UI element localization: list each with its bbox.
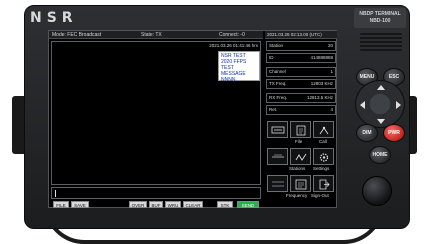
arrow-right-icon[interactable] [396,101,401,109]
arrow-left-icon[interactable] [360,101,365,109]
stations-icon-button[interactable] [290,148,311,165]
row-value: 12803 KHz [310,81,333,86]
message-bubble: NSR TEST 2020 FFPS TEST MESSAGE NNNN [218,51,260,83]
row-value: 4 [330,107,333,112]
frequency-icon [295,179,306,190]
model-plate: NBDP TERMINAL NBD-100 [354,8,406,28]
message-pane[interactable]: 2021.03.26 01:41:46 hrs NSR TEST 2020 FF… [51,41,261,185]
row-key: Ret. [269,107,278,112]
wru-button[interactable]: WRU [165,201,181,208]
settings-label: Settings [313,166,330,171]
connect-label: Connect: -0 [219,32,245,38]
arq-icon-button[interactable] [267,121,288,138]
settings-icon-button[interactable] [313,148,334,165]
file-icon-button[interactable] [290,121,311,138]
dim-key[interactable]: DIM [356,124,378,142]
home-key[interactable]: HOME [369,146,391,164]
send-button[interactable]: SEND [237,201,259,208]
arrow-down-icon[interactable] [377,119,385,124]
row-value: 414888888 [310,55,333,60]
frequency-icon-button[interactable] [290,175,311,192]
row-key: ID [269,55,274,60]
call-icon [319,126,328,135]
rf-icon-button[interactable] [267,148,288,165]
rf-icon [271,154,284,158]
stations-icon [295,153,306,161]
stations-label: Stations [289,166,306,171]
nbdp-icon [271,181,284,187]
message-line: NNNN [221,77,236,83]
clear-button[interactable]: CLEAR [183,201,203,208]
rotary-knob[interactable] [362,176,392,206]
over-button[interactable]: OVER [129,201,147,208]
utc-clock: 2021.03.26 02:13.00 (UTC) [265,31,337,39]
navigation-dpad[interactable] [355,80,405,128]
row-value: 12813.5 KHz [306,95,333,100]
arrow-up-icon[interactable] [377,85,385,90]
settings-icon [319,153,328,162]
rx-freq-row: RX Freq. 12813.5 KHz [266,93,336,103]
message-input[interactable] [51,187,261,199]
frequency-label: Frequency [286,193,308,198]
ret-row: Ret. 4 [266,105,336,115]
tx-freq-row: TX Freq. 12803 KHz [266,79,336,89]
model-line-2: NBD-100 [369,17,391,24]
id-row: ID 414888888 [266,53,336,63]
status-panel: 2021.03.26 02:13.00 (UTC) Station 20 ID … [265,31,337,207]
nbdp-icon-button[interactable] [267,175,288,192]
status-top-bar: Mode: FEC Broadcast State: TX Connect: -… [49,31,263,39]
brand-logo: NSR [30,10,78,26]
channel-row: Channel 1 [266,67,336,77]
speaker-grille [360,33,402,51]
row-key: Station [269,43,284,48]
mode-label: Mode: FEC Broadcast [52,32,102,38]
save-button[interactable]: SAVE [71,201,89,208]
text-cursor [55,190,56,197]
sign-out-icon [319,179,330,190]
row-key: Channel [269,69,286,74]
row-value: 1 [330,69,333,74]
model-line-1: NBDP TERMINAL [359,11,401,17]
row-key: RX Freq. [269,95,288,100]
sign-out-icon-button[interactable] [313,175,334,192]
file-button[interactable]: FILE [53,201,69,208]
file-label: File [295,139,303,144]
call-label: Call [319,139,327,144]
stk-button[interactable]: STK [217,201,233,208]
arq-icon [271,126,284,134]
call-icon-button[interactable] [313,121,334,138]
pwr-key[interactable]: PWR [383,124,405,142]
row-key: TX Freq. [269,81,287,86]
buf-button[interactable]: BUF [149,201,163,208]
message-line: TEST MESSAGE [221,65,246,77]
display-screen: Mode: FEC Broadcast State: TX Connect: -… [48,30,337,208]
station-row: Station 20 [266,41,336,51]
bottom-button-bar: FILE SAVE OVER BUF WRU CLEAR STK SEND [51,201,261,208]
sign-out-label: Sign-Out [311,193,329,198]
row-value: 20 [327,43,333,48]
message-timestamp: 2021.03.26 01:41:46 hrs [209,43,258,48]
state-label: State: TX [141,32,162,38]
file-icon [296,125,305,136]
